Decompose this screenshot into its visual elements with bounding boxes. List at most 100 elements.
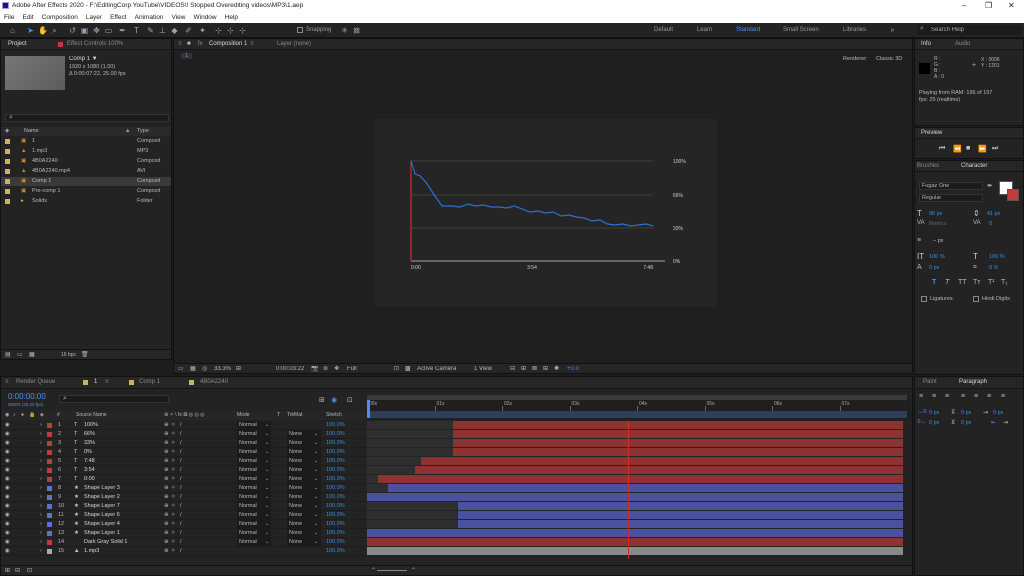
pen-tool-icon[interactable]: ✒: [118, 26, 127, 35]
faux-italic-button[interactable]: T: [945, 279, 949, 286]
stretch-value[interactable]: 100.0%: [326, 457, 345, 466]
exposure-value[interactable]: +0.0: [567, 366, 579, 372]
layer-row[interactable]: ◉ › 8 ★ Shape Layer 3 ⊕ ✧ / Normal ⌄ None ⌄ 100.0%: [1, 484, 365, 493]
shy-switch-icon[interactable]: ⊕: [164, 520, 169, 529]
menu-effect[interactable]: Effect: [106, 12, 131, 23]
layer-name[interactable]: 0%: [84, 448, 92, 457]
layer-name[interactable]: 7:48: [84, 457, 95, 466]
selection-tool-icon[interactable]: ➤: [26, 26, 35, 35]
tab-layer[interactable]: Layer (none): [277, 41, 311, 47]
layer-name[interactable]: 66%: [84, 430, 95, 439]
timeline-icon[interactable]: ⊞: [543, 365, 548, 372]
col-type[interactable]: Type: [137, 127, 149, 136]
layer-name[interactable]: 100%: [84, 421, 98, 430]
layer-name[interactable]: 3:54: [84, 466, 95, 475]
next-frame-icon[interactable]: ⏩: [978, 145, 987, 153]
timeline-search-input[interactable]: ⌕: [59, 395, 169, 403]
resolution-dropdown[interactable]: Full: [347, 366, 357, 372]
layer-row[interactable]: ◉ › 4 T 0% ⊕ ✧ / Normal ⌄ None ⌄ 100.0%: [1, 448, 365, 457]
trash-icon[interactable]: 🗑: [81, 351, 89, 358]
subscript-button[interactable]: T₁: [1001, 279, 1008, 286]
layer-duration-bar[interactable]: [452, 448, 903, 456]
justify-all-icon[interactable]: ≡: [1001, 393, 1005, 400]
visibility-toggle-icon[interactable]: ◉: [5, 457, 10, 466]
visibility-toggle-icon[interactable]: ◉: [5, 421, 10, 430]
font-size-value[interactable]: 96 px: [929, 211, 942, 217]
draft-3d-icon[interactable]: ⊞: [319, 396, 325, 404]
workspace-libraries[interactable]: Libraries: [843, 27, 866, 33]
expand-arrow-icon[interactable]: ›: [40, 430, 42, 439]
layer-row[interactable]: ◉ › 14 Dark Gray Solid 1 ⊕ ✧ / Normal ⌄ None ⌄ 100.…: [1, 538, 365, 547]
zoom-in-icon[interactable]: ⌃: [411, 567, 416, 574]
menu-view[interactable]: View: [168, 12, 190, 23]
quality-switch-icon[interactable]: /: [180, 547, 182, 556]
baseline-value[interactable]: 0 px: [929, 265, 939, 271]
safe-margins-icon[interactable]: ⊞: [236, 365, 241, 372]
lock-icon[interactable]: ■: [187, 41, 191, 47]
project-item[interactable]: ▣ 4B0A2240 Composit: [1, 157, 171, 166]
quality-switch-icon[interactable]: /: [180, 511, 182, 520]
space-before-value[interactable]: 0 px: [961, 410, 971, 416]
comp-name-label[interactable]: Comp 1 ▼: [69, 56, 98, 62]
puppet-tool-icon[interactable]: ✦: [198, 26, 207, 35]
faux-bold-button[interactable]: T: [932, 279, 936, 286]
indent-first-value[interactable]: 0 px: [993, 410, 1003, 416]
quality-switch-icon[interactable]: /: [180, 529, 182, 538]
hindi-digits-checkbox[interactable]: [973, 296, 979, 302]
label-color-icon[interactable]: [47, 423, 52, 428]
stretch-value[interactable]: 100.0%: [326, 547, 345, 556]
zoom-dropdown[interactable]: 33.3%: [214, 366, 231, 372]
workspace-learn[interactable]: Learn: [697, 27, 712, 33]
always-preview-icon[interactable]: ▭: [178, 365, 184, 372]
quality-switch-icon[interactable]: /: [180, 493, 182, 502]
shy-switch-icon[interactable]: ⊕: [164, 511, 169, 520]
tab-render-queue[interactable]: Render Queue: [16, 379, 55, 385]
toggle-modes-icon[interactable]: ⊟: [15, 567, 20, 574]
rectangle-tool-icon[interactable]: ▭: [104, 26, 113, 35]
collapse-switch-icon[interactable]: ✧: [171, 475, 176, 484]
visibility-toggle-icon[interactable]: ◉: [5, 502, 10, 511]
expand-arrow-icon[interactable]: ›: [40, 457, 42, 466]
menu-edit[interactable]: Edit: [18, 12, 37, 23]
quality-switch-icon[interactable]: /: [180, 484, 182, 493]
flowchart-icon[interactable]: ✺: [554, 365, 559, 372]
quality-switch-icon[interactable]: /: [180, 466, 182, 475]
search-help-box[interactable]: ⌕ Search Help: [917, 25, 1021, 35]
toggle-switches-icon[interactable]: ⊞: [5, 567, 10, 574]
indent-right-value[interactable]: 0 px: [929, 420, 939, 426]
menu-animation[interactable]: Animation: [131, 12, 168, 23]
small-caps-button[interactable]: Tᴛ: [973, 279, 980, 286]
visibility-toggle-icon[interactable]: ◉: [5, 529, 10, 538]
maximize-button[interactable]: ❐: [985, 1, 992, 10]
layer-duration-bar[interactable]: [452, 430, 903, 438]
collapse-switch-icon[interactable]: ✧: [171, 484, 176, 493]
label-color-icon[interactable]: [47, 540, 52, 545]
stretch-value[interactable]: 100.0%: [326, 538, 345, 547]
layer-duration-bar[interactable]: [452, 439, 903, 447]
clone-stamp-tool-icon[interactable]: ⊥: [158, 26, 167, 35]
stretch-value[interactable]: 100.0%: [326, 430, 345, 439]
tracking-value[interactable]: 0: [989, 221, 992, 227]
expand-arrow-icon[interactable]: ›: [40, 484, 42, 493]
visibility-toggle-icon[interactable]: ◉: [5, 475, 10, 484]
layer-row[interactable]: ◉ › 2 T 66% ⊕ ✧ / Normal ⌄ None ⌄ 100.0%: [1, 430, 365, 439]
tab-comp1[interactable]: Comp 1: [139, 379, 160, 385]
new-comp-icon[interactable]: ▦: [29, 351, 35, 358]
layer-row[interactable]: ◉ › 10 ★ Shape Layer 7 ⊕ ✧ / Normal ⌄ None ⌄ 100.0%: [1, 502, 365, 511]
motion-blur-icon[interactable]: ◉: [331, 396, 337, 404]
zoom-slider[interactable]: [377, 570, 407, 571]
label-color-icon[interactable]: [47, 432, 52, 437]
toggle-pixel-icon[interactable]: ⊟: [510, 365, 515, 372]
project-item[interactable]: ▲ 1.mp3 MP3: [1, 147, 171, 156]
ligatures-checkbox[interactable]: [921, 296, 927, 302]
snapping-checkbox[interactable]: [297, 27, 303, 33]
label-color-icon[interactable]: [47, 468, 52, 473]
menu-window[interactable]: Window: [190, 12, 221, 23]
col-name[interactable]: Name: [24, 127, 39, 136]
layer-row[interactable]: ◉ › 6 T 3:54 ⊕ ✧ / Normal ⌄ None ⌄ 100.0%: [1, 466, 365, 475]
comp-sub-tab[interactable]: 1: [181, 53, 193, 59]
visibility-toggle-icon[interactable]: ◉: [5, 430, 10, 439]
show-snapshot-icon[interactable]: ⊛: [323, 365, 328, 372]
collapse-switch-icon[interactable]: ✧: [171, 511, 176, 520]
layer-duration-bar[interactable]: [377, 475, 903, 483]
